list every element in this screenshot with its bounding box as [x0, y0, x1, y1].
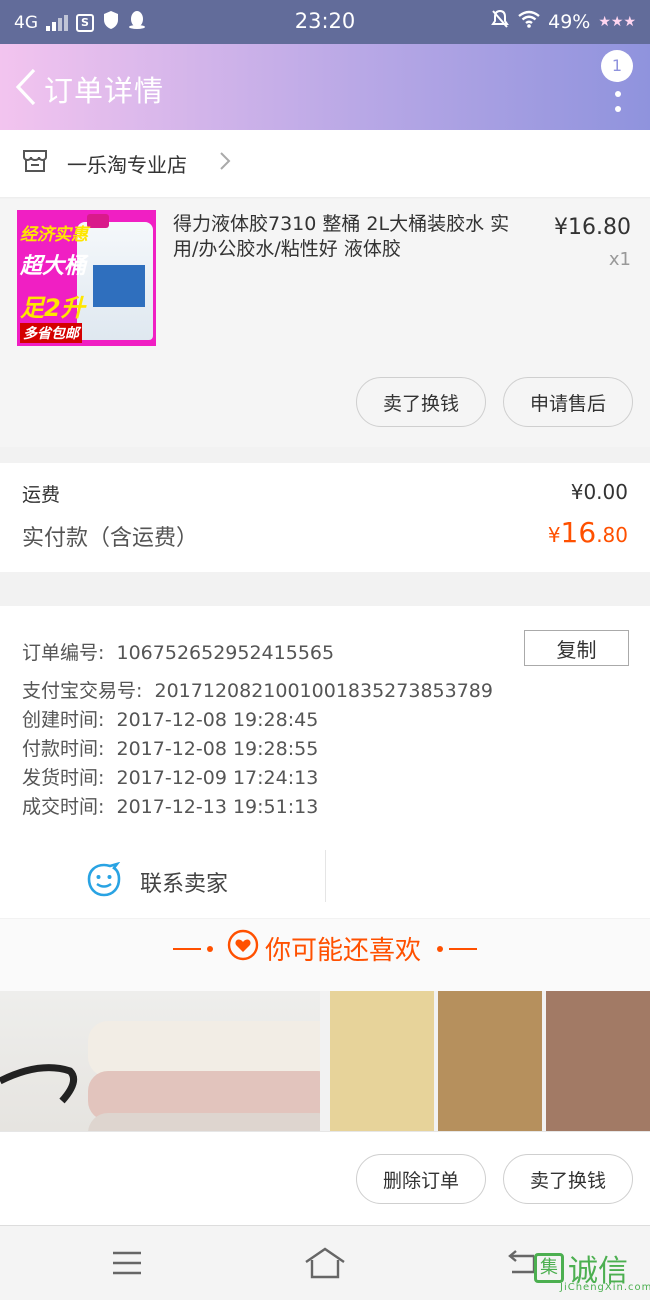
battery-level: 49%: [548, 10, 591, 33]
system-nav-bar: 集 诚信 JiChengXin.com: [0, 1225, 650, 1300]
after-sales-button[interactable]: 申请售后: [503, 377, 633, 427]
delete-order-button[interactable]: 删除订单: [356, 1154, 486, 1204]
order-number-label: 订单编号:: [22, 642, 105, 664]
decor-dot: [206, 945, 213, 952]
contact-seller-label: 联系卖家: [140, 872, 229, 897]
divider: [325, 850, 326, 902]
home-icon[interactable]: [302, 1246, 348, 1284]
message-badge: 1: [601, 50, 633, 82]
recommended-product-texture[interactable]: [330, 991, 650, 1131]
total-decimal: .80: [596, 523, 628, 547]
heart-icon: [227, 929, 259, 968]
recommended-product-towels[interactable]: [0, 991, 320, 1131]
total-label: 实付款（含运费）: [22, 526, 199, 551]
shipped-time-value: 2017-12-09 17:24:13: [116, 767, 319, 789]
product-image-text: 经济实惠: [20, 225, 88, 245]
recommend-title: 你可能还喜欢: [264, 936, 421, 966]
shipping-value: ¥0.00: [570, 480, 628, 504]
order-info-section: 订单编号: 106752652952415565 复制 支付宝交易号: 2017…: [0, 606, 650, 918]
towel-shape: [88, 1021, 320, 1077]
resell-button[interactable]: 卖了换钱: [356, 377, 486, 427]
watermark-mark: 集: [534, 1253, 564, 1283]
texture-swatch: [438, 991, 542, 1131]
completed-time-label: 成交时间:: [22, 796, 105, 818]
shop-name[interactable]: 一乐淘专业店: [67, 149, 187, 178]
jug-cap: [87, 214, 109, 228]
status-bar: 4G S 23:20 49% ★★★: [0, 0, 650, 44]
recommend-header: 你可能还喜欢: [0, 919, 650, 991]
alipay-number-value: 2017120821001001835273853789: [154, 680, 493, 702]
order-number-value: 106752652952415565: [116, 642, 335, 664]
mute-icon: [490, 9, 510, 34]
total-paid: ¥16.80: [548, 516, 628, 549]
total-integer: 16: [560, 516, 597, 549]
decor-line: [172, 947, 201, 950]
product-quantity: x1: [608, 249, 631, 270]
towel-shape: [88, 1113, 320, 1131]
product-title[interactable]: 得力液体胶7310 整桶 2L大桶装胶水 实用/办公胶水/粘性好 液体胶: [173, 212, 533, 262]
created-time-value: 2017-12-08 19:28:45: [116, 709, 319, 731]
texture-swatch: [546, 991, 650, 1131]
product-image[interactable]: 经济实惠 超大桶 足2升 多省包邮: [17, 210, 156, 346]
copy-button[interactable]: 复制: [524, 630, 629, 666]
watermark-subtext: JiChengXin.com: [560, 1282, 650, 1293]
resell-button-bottom[interactable]: 卖了换钱: [503, 1154, 633, 1204]
completed-time-row: 成交时间: 2017-12-13 19:51:13: [22, 792, 318, 819]
paid-time-label: 付款时间:: [22, 738, 105, 760]
alipay-number-row: 支付宝交易号: 2017120821001001835273853789: [22, 676, 493, 703]
strap-shape: [0, 1064, 78, 1104]
bottom-action-bar: 删除订单 卖了换钱: [0, 1131, 650, 1225]
chevron-left-icon: [15, 68, 36, 106]
shipping-label: 运费: [22, 484, 61, 506]
decoration-icon: ★★★: [598, 13, 636, 30]
store-icon: [22, 148, 48, 178]
texture-swatch: [330, 991, 434, 1131]
more-dot-icon: [615, 91, 621, 97]
created-time-label: 创建时间:: [22, 709, 105, 731]
status-right: 49% ★★★: [490, 9, 636, 34]
jug-label: [93, 265, 145, 307]
shop-row[interactable]: 一乐淘专业店: [0, 130, 650, 198]
contact-seller-button[interactable]: 联系卖家: [86, 861, 229, 902]
menu-icon[interactable]: [111, 1250, 143, 1280]
paid-time-row: 付款时间: 2017-12-08 19:28:55: [22, 734, 318, 761]
completed-time-value: 2017-12-13 19:51:13: [116, 796, 319, 818]
total-currency: ¥: [547, 523, 561, 547]
shipped-time-label: 发货时间:: [22, 767, 105, 789]
product-image-text: 足2升: [20, 294, 85, 322]
product-image-text: 超大桶: [20, 254, 87, 279]
back-button[interactable]: [12, 66, 42, 108]
product-price: ¥16.80: [554, 215, 631, 240]
decor-dot: [437, 945, 443, 952]
chat-face-icon: [86, 861, 122, 902]
chevron-right-icon: [218, 150, 232, 176]
product-image-text: 多省包邮: [20, 323, 82, 343]
fee-section: 运费 ¥0.00 实付款（含运费） ¥16.80: [0, 463, 650, 572]
product-item[interactable]: 经济实惠 超大桶 足2升 多省包邮 得力液体胶7310 整桶 2L大桶装胶水 实…: [0, 199, 650, 447]
paid-time-value: 2017-12-08 19:28:55: [116, 738, 319, 760]
header-bar: 订单详情: [0, 44, 650, 130]
wifi-icon: [518, 10, 540, 33]
recommend-title-group: 你可能还喜欢: [0, 929, 650, 968]
created-time-row: 创建时间: 2017-12-08 19:28:45: [22, 705, 318, 732]
decor-line: [449, 947, 477, 950]
alipay-number-label: 支付宝交易号:: [22, 680, 143, 702]
more-dot-icon: [615, 106, 621, 112]
shipped-time-row: 发货时间: 2017-12-09 17:24:13: [22, 763, 318, 790]
order-number-row: 订单编号: 106752652952415565: [22, 638, 334, 665]
page-title: 订单详情: [44, 74, 165, 108]
